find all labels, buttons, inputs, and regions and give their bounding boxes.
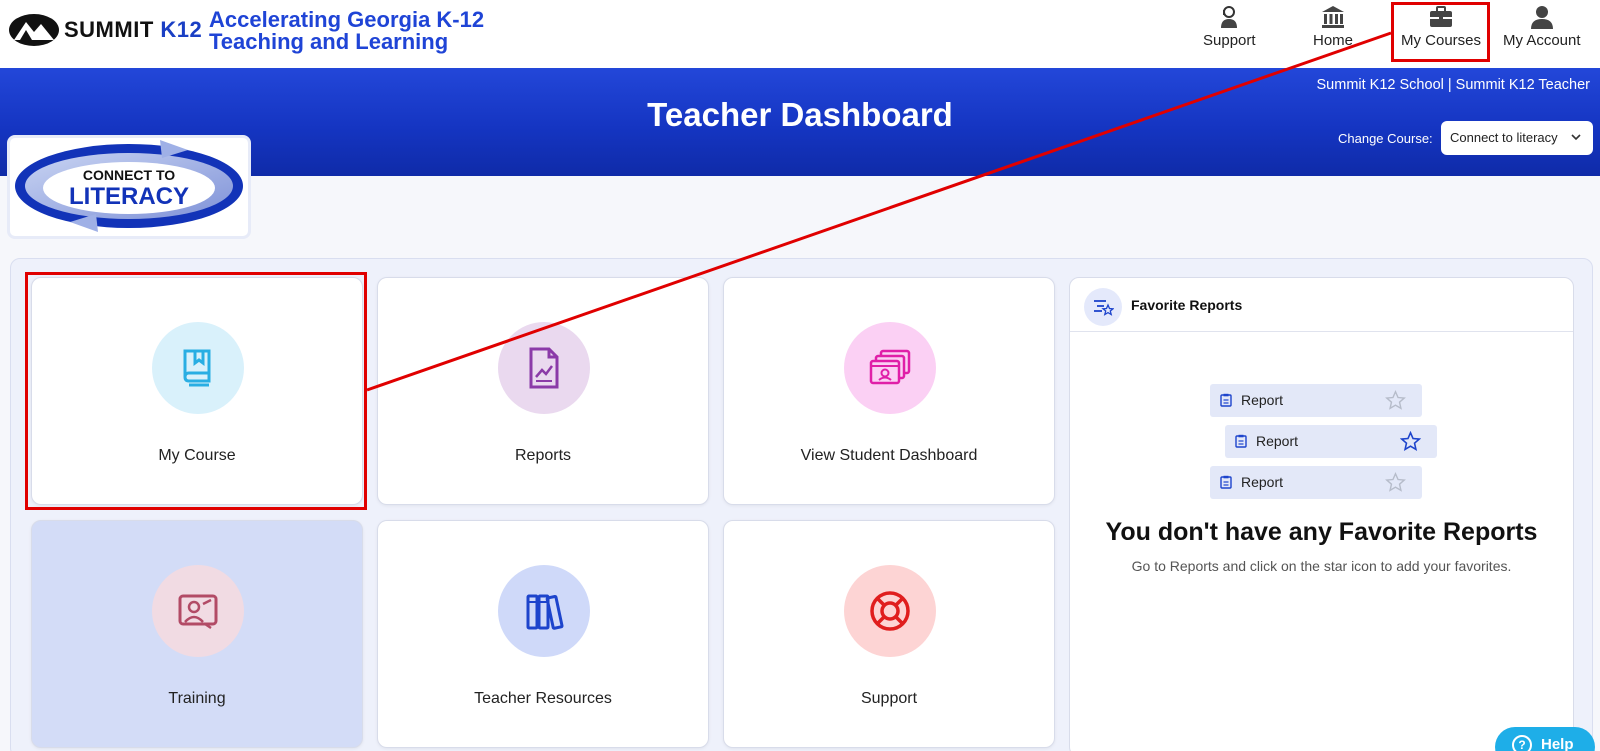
tile-teacher-resources[interactable]: Teacher Resources xyxy=(377,520,709,748)
training-icon xyxy=(178,594,218,630)
report-label: Report xyxy=(1256,433,1299,449)
favorite-reports-header: Favorite Reports xyxy=(1070,278,1573,332)
empty-favorites-title: You don't have any Favorite Reports xyxy=(1105,518,1538,546)
logo-line-1: CONNECT TO xyxy=(83,167,175,183)
nav-home[interactable]: Home xyxy=(1313,4,1353,49)
tagline: Accelerating Georgia K-12 Teaching and L… xyxy=(209,9,484,53)
tile-icon-circle xyxy=(498,565,590,657)
institution-home-icon xyxy=(1322,6,1344,28)
page-title: Teacher Dashboard xyxy=(647,96,953,133)
literacy-logo-image: CONNECT TO LITERACY xyxy=(15,140,243,232)
report-chart-icon xyxy=(529,347,559,389)
help-button[interactable]: ? Help xyxy=(1495,727,1595,751)
favorite-report-sample: Report xyxy=(1210,466,1422,499)
tile-support[interactable]: Support xyxy=(723,520,1055,748)
tile-icon-circle xyxy=(152,565,244,657)
favorite-reports-title: Favorite Reports xyxy=(1131,297,1243,313)
nav-my-courses-label: My Courses xyxy=(1401,32,1482,49)
help-label: Help xyxy=(1541,736,1574,751)
selected-course-value: Connect to literacy xyxy=(1450,130,1558,145)
connect-to-literacy-logo: CONNECT TO LITERACY xyxy=(7,135,251,239)
tile-label: View Student Dashboard xyxy=(800,447,978,464)
tile-training[interactable]: Training xyxy=(31,520,363,748)
tagline-line-2: Teaching and Learning xyxy=(209,29,449,54)
star-outline-icon xyxy=(1385,390,1406,410)
summit-k12-logo[interactable]: SUMMIT K12 xyxy=(8,12,202,48)
change-course-label: Change Course: xyxy=(1338,131,1433,146)
favorite-report-sample: Report xyxy=(1225,425,1437,458)
student-dashboard-icon xyxy=(869,349,911,385)
clipboard-icon xyxy=(1235,434,1247,448)
user-account-icon xyxy=(1530,6,1553,29)
favorite-reports-panel: Favorite Reports Report Report Report Yo… xyxy=(1069,277,1574,751)
book-icon xyxy=(183,349,211,387)
tile-my-course[interactable]: My Course xyxy=(31,277,363,505)
mountain-logo-icon xyxy=(9,14,59,46)
tile-label: Reports xyxy=(514,447,572,464)
star-outline-icon xyxy=(1385,472,1406,492)
favorite-report-sample: Report xyxy=(1210,384,1422,417)
tile-icon-circle xyxy=(844,565,936,657)
report-label: Report xyxy=(1241,474,1284,490)
favorite-list-icon xyxy=(1084,288,1122,326)
tile-label: Support xyxy=(860,690,918,707)
tile-icon-circle xyxy=(844,322,936,414)
empty-favorites-hint: Go to Reports and click on the star icon… xyxy=(1131,558,1512,574)
tile-icon-circle xyxy=(498,322,590,414)
report-label: Report xyxy=(1241,392,1284,408)
top-bar: SUMMIT K12 Accelerating Georgia K-12 Tea… xyxy=(0,0,1600,68)
lifebuoy-icon xyxy=(870,591,910,631)
tile-icon-circle xyxy=(152,322,244,414)
nav-my-account[interactable]: My Account xyxy=(1503,4,1581,49)
logo-line-2: LITERACY xyxy=(69,183,189,210)
nav-home-label: Home xyxy=(1313,32,1354,49)
tile-label: Teacher Resources xyxy=(474,690,612,707)
tile-view-student-dashboard[interactable]: View Student Dashboard xyxy=(723,277,1055,505)
nav-my-account-label: My Account xyxy=(1503,32,1581,49)
star-active-icon xyxy=(1400,431,1421,451)
change-course-select[interactable]: Connect to literacy xyxy=(1441,121,1593,155)
books-icon xyxy=(526,594,564,630)
question-icon: ? xyxy=(1512,735,1532,751)
briefcase-icon xyxy=(1430,6,1453,27)
tile-reports[interactable]: Reports xyxy=(377,277,709,505)
tagline-line-1: Accelerating Georgia K-12 xyxy=(209,7,485,32)
tile-label: My Course xyxy=(158,447,236,464)
tile-label: Training xyxy=(168,690,226,707)
chevron-down-icon xyxy=(1571,134,1581,141)
nav-my-courses[interactable]: My Courses xyxy=(1401,4,1481,49)
clipboard-icon xyxy=(1220,393,1232,407)
support-agent-icon xyxy=(1221,6,1238,28)
school-user-info: Summit K12 School | Summit K12 Teacher xyxy=(1316,77,1590,93)
clipboard-icon xyxy=(1220,475,1232,489)
nav-support[interactable]: Support xyxy=(1203,4,1256,49)
nav-support-label: Support xyxy=(1203,32,1256,49)
logo-wordmark: SUMMIT K12 xyxy=(64,17,203,42)
